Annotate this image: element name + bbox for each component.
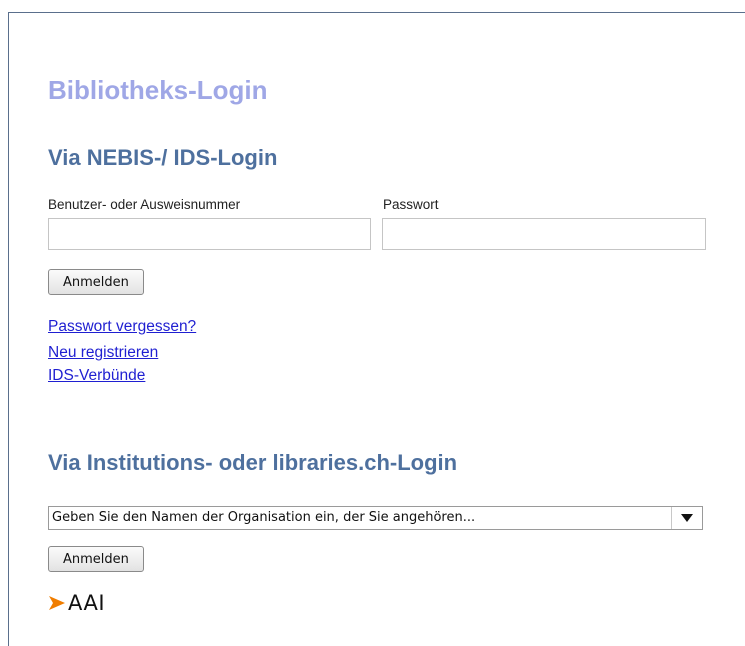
register-link[interactable]: Neu registrieren (48, 344, 158, 362)
username-label: Benutzer- oder Ausweisnummer (48, 197, 241, 212)
nebis-login-button[interactable]: Anmelden (48, 269, 144, 295)
page-title: Bibliotheks-Login (48, 75, 268, 105)
organisation-select[interactable]: Geben Sie den Namen der Organisation ein… (48, 506, 703, 530)
password-input[interactable] (382, 218, 706, 250)
nebis-section-title: Via NEBIS-/ IDS-Login (48, 145, 278, 170)
triangle-down-icon (681, 514, 693, 522)
frame-left-border (8, 12, 9, 646)
forgot-password-link[interactable]: Passwort vergessen? (48, 318, 196, 336)
institution-section-title: Via Institutions- oder libraries.ch-Logi… (48, 450, 458, 475)
password-label: Passwort (383, 197, 439, 212)
institution-login-button[interactable]: Anmelden (48, 546, 144, 572)
dropdown-button[interactable] (671, 507, 702, 529)
frame-top-border (8, 12, 745, 13)
aai-logo-text: AAI (68, 591, 106, 615)
organisation-select-value: Geben Sie den Namen der Organisation ein… (52, 510, 476, 525)
username-input[interactable] (48, 218, 371, 250)
aai-logo: AAI (48, 590, 105, 616)
chevron-right-icon (49, 596, 65, 610)
ids-networks-link[interactable]: IDS-Verbünde (48, 367, 145, 385)
